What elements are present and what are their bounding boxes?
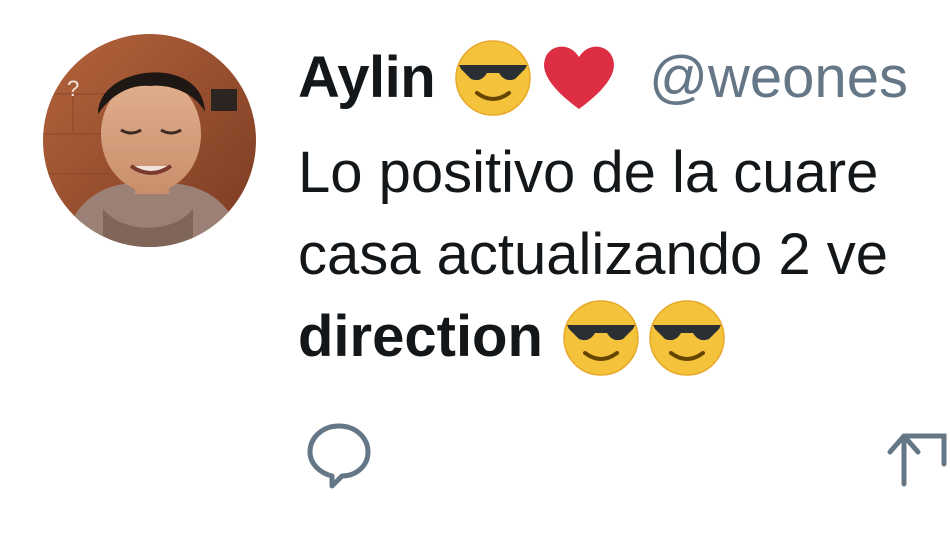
sunglasses-emoji-icon bbox=[647, 297, 727, 377]
name-emojis bbox=[453, 37, 619, 117]
red-heart-emoji-icon bbox=[539, 37, 619, 117]
reply-icon[interactable] bbox=[304, 420, 374, 492]
tweet-text-line-1: Lo positivo de la cuare bbox=[298, 140, 879, 205]
tweet-text: Lo positivo de la cuare casa actualizand… bbox=[298, 132, 950, 378]
avatar-image: ? bbox=[43, 34, 256, 247]
tweet-text-line-2: casa actualizando 2 ve bbox=[298, 222, 889, 287]
user-handle[interactable]: @weones bbox=[649, 44, 908, 111]
sunglasses-emoji-icon bbox=[561, 297, 641, 377]
bold-text: direction bbox=[298, 304, 543, 369]
trailing-emojis bbox=[561, 297, 727, 377]
avatar[interactable]: ? bbox=[43, 34, 256, 247]
tweet-card: ? Aylin @weones Lo positivo de la cuare … bbox=[0, 0, 950, 534]
retweet-icon[interactable] bbox=[884, 424, 950, 490]
tweet-actions bbox=[0, 420, 950, 500]
svg-text:?: ? bbox=[67, 76, 79, 101]
tweet-text-line-3: direction bbox=[298, 296, 950, 378]
tweet-header: Aylin @weones bbox=[298, 32, 908, 122]
display-name[interactable]: Aylin bbox=[298, 44, 436, 111]
sunglasses-emoji-icon bbox=[453, 37, 533, 117]
